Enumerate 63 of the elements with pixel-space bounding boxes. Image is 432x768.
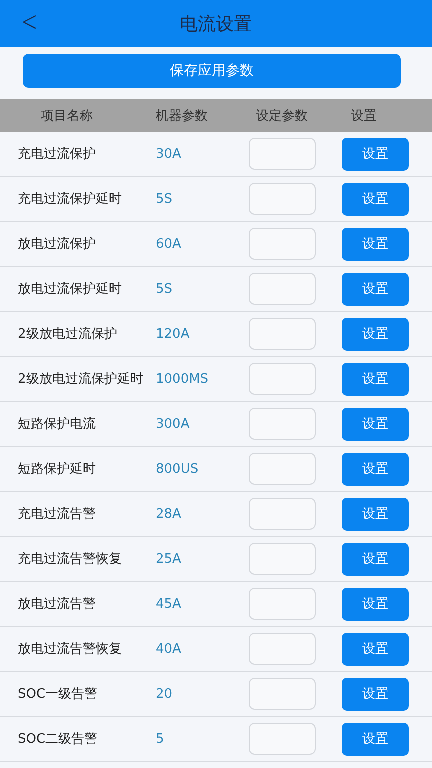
machine-value: 5S: [156, 192, 174, 206]
machine-value: 25A: [156, 552, 182, 566]
set-button[interactable]: 设置: [342, 542, 409, 576]
column-header: 设定参数: [255, 108, 309, 124]
set-button[interactable]: 设置: [342, 722, 409, 756]
set-button[interactable]: 设置: [342, 272, 409, 306]
input-field[interactable]: [249, 273, 316, 305]
set-button[interactable]: 设置: [342, 678, 409, 710]
parameter-name: 充电过流告警: [17, 506, 97, 523]
machine-value: 28A: [156, 506, 182, 522]
parameter-name: 充电过流保护: [17, 146, 97, 163]
input-field[interactable]: [249, 678, 316, 710]
column-header: 项目名称: [40, 108, 94, 124]
input-field[interactable]: [249, 408, 316, 440]
machine-value: 5S: [156, 282, 174, 296]
input-field[interactable]: [249, 498, 316, 530]
set-button[interactable]: 设置: [342, 138, 409, 170]
set-button[interactable]: 设置: [342, 498, 409, 530]
machine-value: 1000MS: [156, 372, 210, 386]
machine-value: 120A: [156, 326, 191, 342]
parameter-name: 放电过流告警: [17, 596, 97, 613]
parameter-name: 2级放电过流保护延时: [17, 371, 144, 388]
parameter-name: SOC一级告警: [17, 686, 99, 703]
page-title: 电流设置: [180, 12, 252, 36]
input-field[interactable]: [249, 633, 316, 665]
input-field[interactable]: [249, 543, 316, 575]
set-button[interactable]: 设置: [342, 318, 409, 350]
parameter-name: 放电过流保护延时: [17, 281, 123, 298]
set-button[interactable]: 设置: [342, 228, 409, 260]
input-field[interactable]: [249, 183, 316, 215]
input-field[interactable]: [249, 318, 316, 350]
column-header: 机器参数: [155, 108, 209, 124]
machine-value: 5: [156, 732, 166, 746]
parameter-name: 放电过流保护: [17, 236, 97, 253]
input-field[interactable]: [249, 228, 316, 260]
parameter-name: 短路保护电流: [17, 416, 97, 433]
set-button[interactable]: 设置: [342, 632, 409, 666]
input-field[interactable]: [249, 723, 316, 755]
machine-value: 800US: [156, 462, 200, 476]
input-field[interactable]: [249, 138, 316, 170]
machine-value: 45A: [156, 596, 182, 612]
save-button[interactable]: 保存应用参数: [23, 54, 401, 88]
machine-value: 20: [156, 686, 174, 702]
set-button[interactable]: 设置: [342, 408, 409, 440]
input-field[interactable]: [249, 363, 316, 395]
parameter-name: 放电过流告警恢复: [17, 641, 123, 658]
parameter-name: 2级放电过流保护: [17, 326, 118, 343]
column-header: 设置: [350, 108, 378, 124]
parameter-name: SOC二级告警: [17, 731, 99, 748]
machine-value: 40A: [156, 642, 182, 656]
set-button[interactable]: 设置: [342, 362, 409, 396]
set-button[interactable]: 设置: [342, 588, 409, 620]
parameter-name: 充电过流保护延时: [17, 191, 123, 208]
parameter-name: 短路保护延时: [17, 461, 97, 478]
parameter-name: 充电过流告警恢复: [17, 551, 123, 568]
input-field[interactable]: [249, 588, 316, 620]
set-button[interactable]: 设置: [342, 182, 409, 216]
input-field[interactable]: [249, 453, 316, 485]
back-button[interactable]: <: [17, 6, 42, 38]
machine-value: 300A: [156, 416, 191, 432]
machine-value: 60A: [156, 236, 182, 252]
set-button[interactable]: 设置: [342, 452, 409, 486]
machine-value: 30A: [156, 146, 182, 162]
